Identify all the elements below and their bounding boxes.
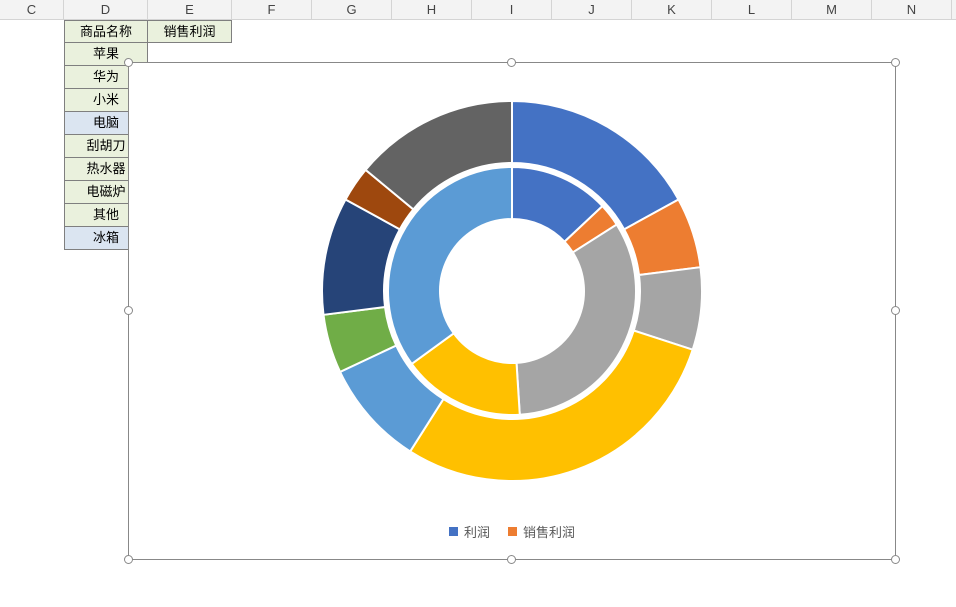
chart-legend: 利润 销售利润 bbox=[129, 522, 895, 541]
legend-swatch-icon bbox=[449, 527, 458, 536]
doughnut-chart-icon[interactable] bbox=[312, 91, 712, 491]
col-header-l[interactable]: L bbox=[712, 0, 792, 19]
col-header-m[interactable]: M bbox=[792, 0, 872, 19]
table-col-e: 销售利润 bbox=[148, 20, 232, 43]
col-header-d[interactable]: D bbox=[64, 0, 148, 19]
resize-handle-bl[interactable] bbox=[124, 555, 133, 564]
col-header-i[interactable]: I bbox=[472, 0, 552, 19]
legend-item-sales-profit[interactable]: 销售利润 bbox=[508, 522, 575, 541]
legend-label: 利润 bbox=[464, 522, 490, 541]
col-header-k[interactable]: K bbox=[632, 0, 712, 19]
legend-label: 销售利润 bbox=[523, 522, 575, 541]
table-header-name[interactable]: 商品名称 bbox=[64, 20, 148, 43]
col-header-n[interactable]: N bbox=[872, 0, 952, 19]
col-header-c[interactable]: C bbox=[0, 0, 64, 19]
col-header-h[interactable]: H bbox=[392, 0, 472, 19]
column-headers-row: C D E F G H I J K L M N bbox=[0, 0, 956, 20]
col-header-g[interactable]: G bbox=[312, 0, 392, 19]
resize-handle-tr[interactable] bbox=[891, 58, 900, 67]
resize-handle-ml[interactable] bbox=[124, 306, 133, 315]
legend-item-profit[interactable]: 利润 bbox=[449, 522, 490, 541]
resize-handle-bm[interactable] bbox=[507, 555, 516, 564]
resize-handle-mr[interactable] bbox=[891, 306, 900, 315]
chart-object[interactable]: 利润 销售利润 bbox=[128, 62, 896, 560]
col-header-e[interactable]: E bbox=[148, 0, 232, 19]
resize-handle-tm[interactable] bbox=[507, 58, 516, 67]
legend-swatch-icon bbox=[508, 527, 517, 536]
col-header-j[interactable]: J bbox=[552, 0, 632, 19]
resize-handle-br[interactable] bbox=[891, 555, 900, 564]
table-header-profit[interactable]: 销售利润 bbox=[148, 20, 232, 43]
resize-handle-tl[interactable] bbox=[124, 58, 133, 67]
col-header-f[interactable]: F bbox=[232, 0, 312, 19]
